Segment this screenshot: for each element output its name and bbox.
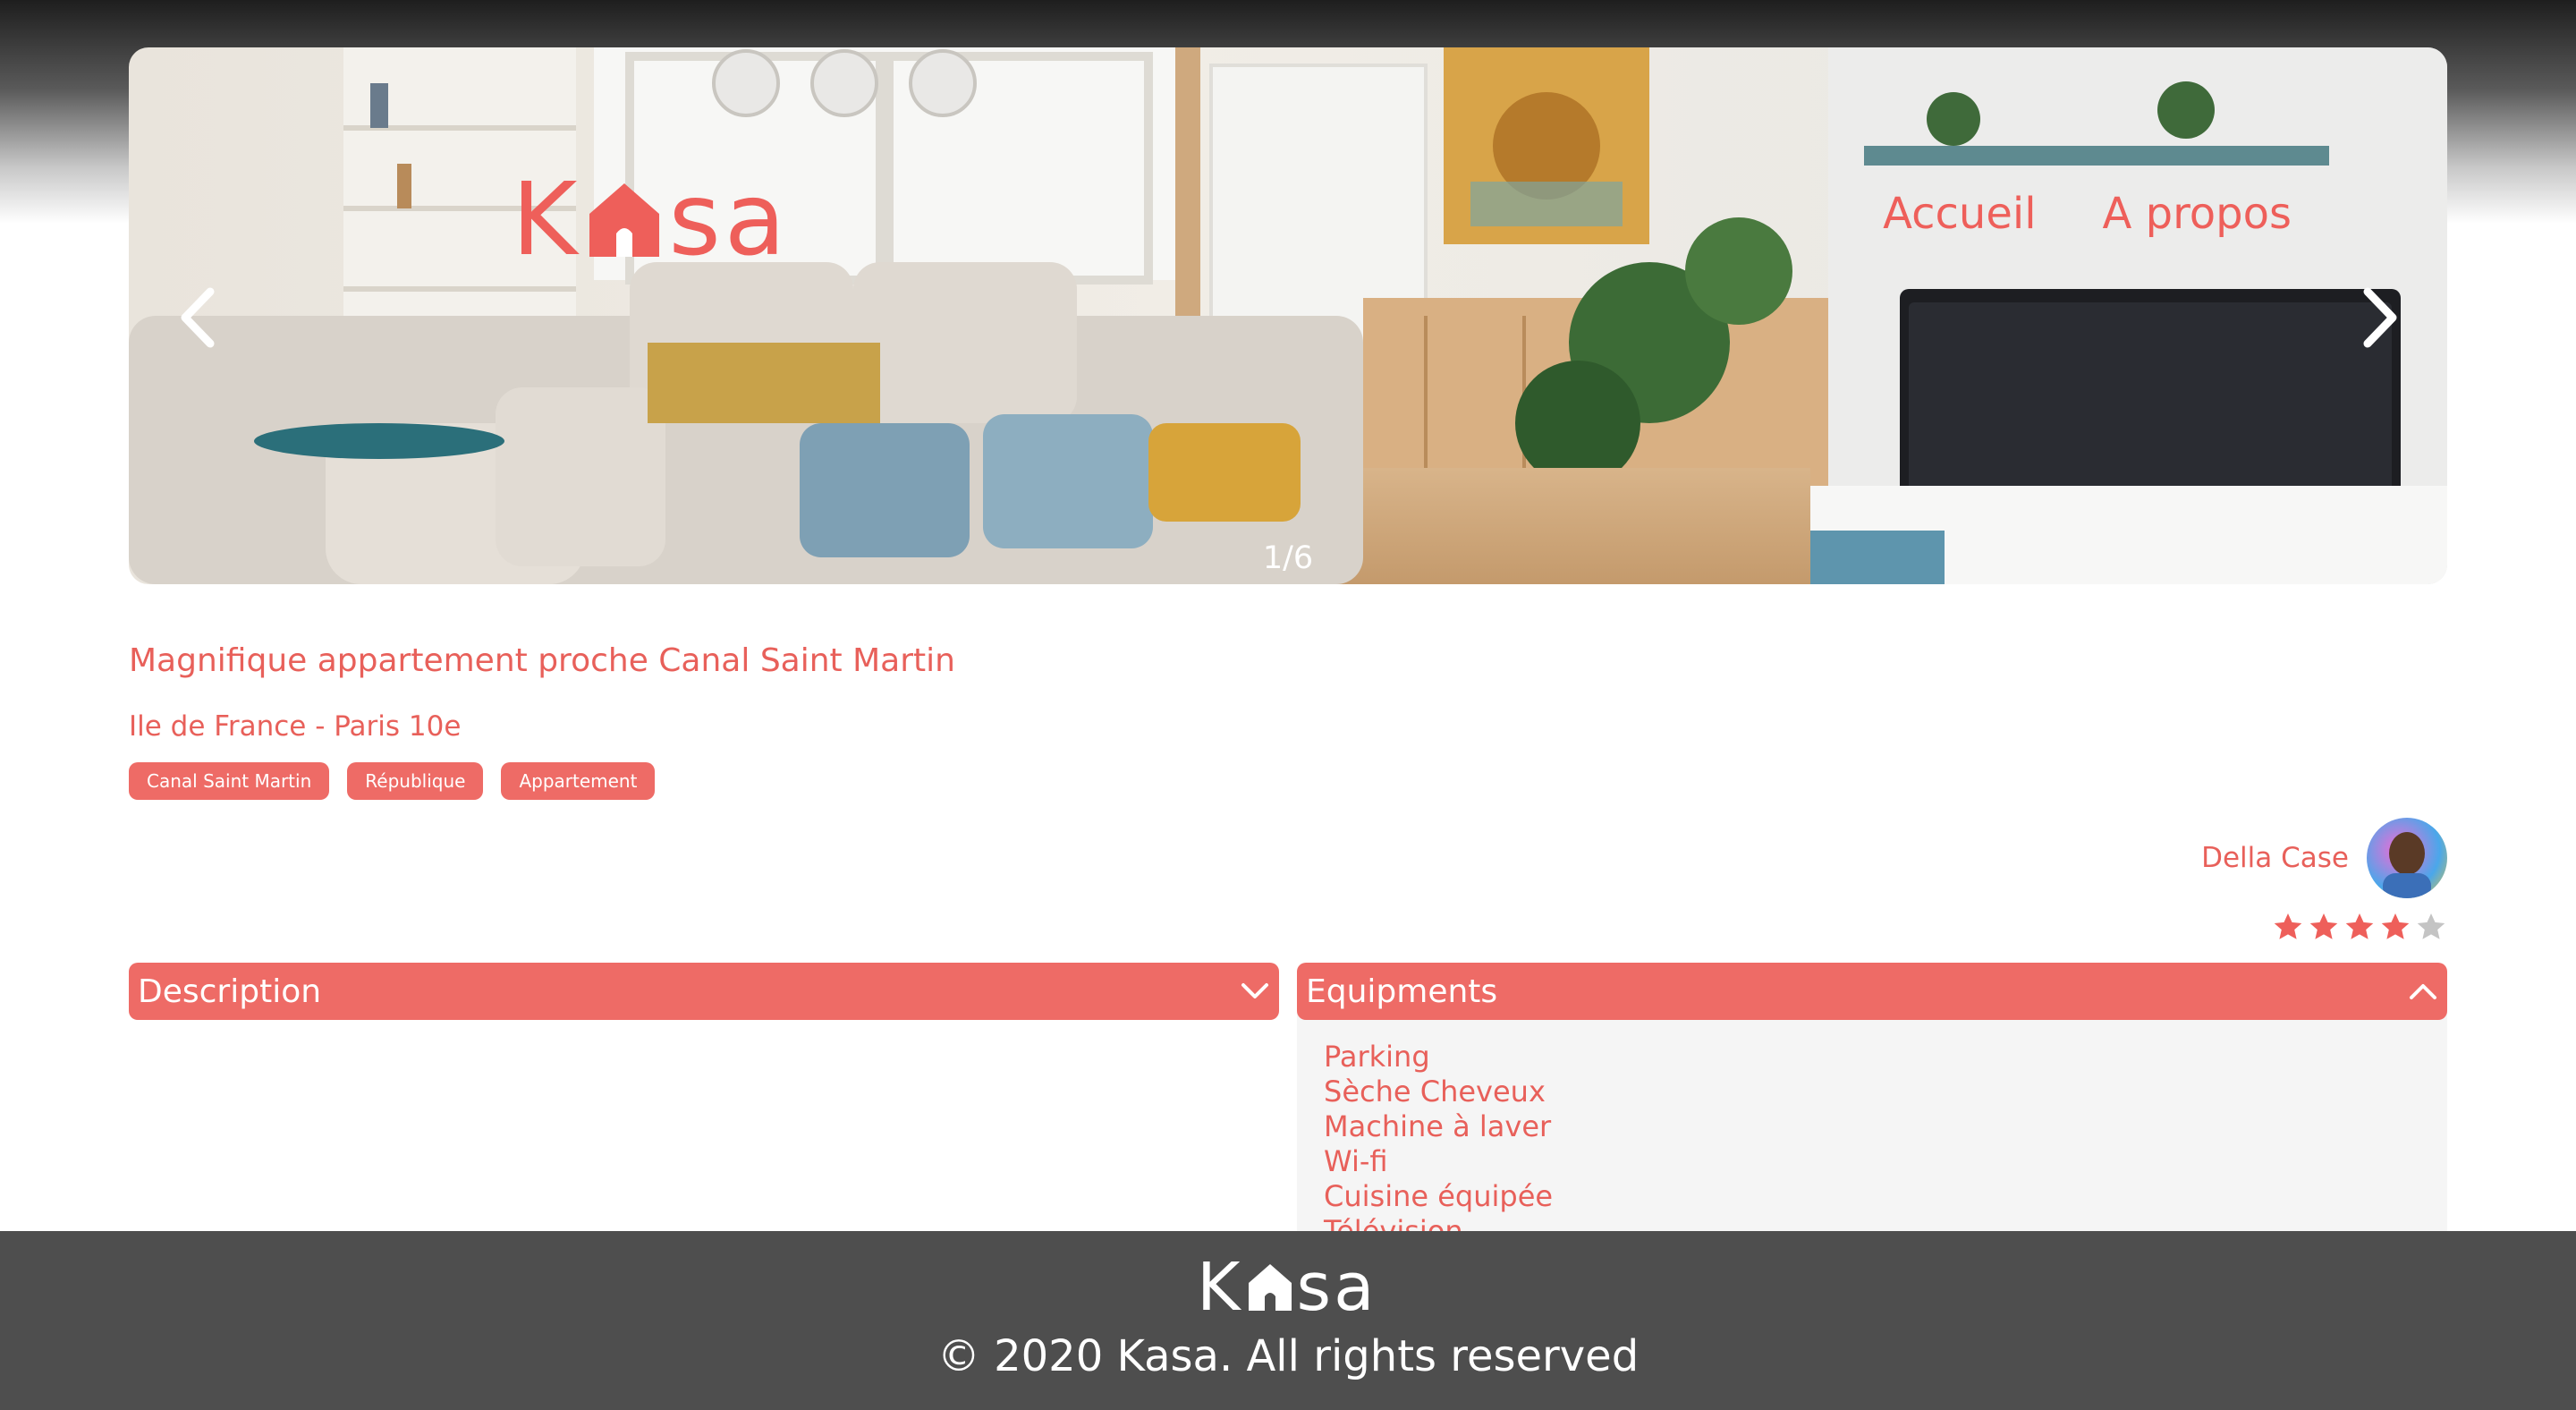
equipments-collapse-header[interactable]: Equipments [1297, 963, 2447, 1020]
nav-link-a-propos[interactable]: A propos [2103, 189, 2292, 239]
copyright-text: © 2020 Kasa. All rights reserved [936, 1331, 1640, 1381]
listing-title: Magnifique appartement proche Canal Sain… [129, 642, 955, 679]
footer: K sa © 2020 Kasa. All rights reserved [0, 1231, 2576, 1410]
carousel-next-button[interactable] [2354, 282, 2408, 353]
logo-letters-sa: sa [1296, 1249, 1377, 1326]
kasa-logo[interactable]: K sa [512, 170, 789, 270]
list-item: Cuisine équipée [1324, 1179, 1554, 1213]
chevron-left-icon [181, 287, 215, 348]
host-avatar [2367, 818, 2447, 898]
tag-list: Canal Saint Martin République Appartemen… [129, 762, 656, 800]
logo-letter-k: K [512, 162, 581, 278]
carousel: K sa Accueil A propos [129, 47, 2447, 584]
logo-letters-sa: sa [668, 162, 790, 278]
listing-photo [129, 47, 2447, 584]
carousel-prev-button[interactable] [170, 282, 224, 353]
list-item: Parking [1324, 1040, 1430, 1074]
star-empty-icon [2417, 913, 2445, 939]
tag: République [347, 762, 484, 800]
chevron-right-icon [2363, 287, 2397, 348]
logo-letter-k: K [1197, 1249, 1243, 1326]
listing-location: Ile de France - Paris 10e [129, 710, 462, 743]
main-nav: Accueil A propos [1883, 189, 2292, 239]
house-icon [589, 183, 660, 257]
nav-link-accueil[interactable]: Accueil [1883, 189, 2036, 239]
house-icon [1248, 1264, 1292, 1311]
tag: Appartement [501, 762, 656, 800]
description-collapse-header[interactable]: Description [129, 963, 1279, 1020]
footer-logo: K sa [1197, 1254, 1377, 1321]
star-filled-icon [2381, 913, 2410, 939]
star-filled-icon [2345, 913, 2374, 939]
star-filled-icon [2274, 913, 2302, 939]
tag: Canal Saint Martin [129, 762, 330, 800]
rating-stars [2272, 911, 2447, 943]
host-name: Della Case [2201, 842, 2349, 874]
list-item: Machine à laver [1324, 1109, 1552, 1143]
host-info: Della Case [2201, 818, 2447, 898]
carousel-counter: 1/6 [1262, 540, 1314, 576]
equipments-label: Equipments [1306, 973, 1498, 1010]
list-item: Sèche Cheveux [1324, 1074, 1546, 1108]
star-filled-icon [2309, 913, 2338, 939]
chevron-down-icon[interactable] [1240, 981, 1270, 1002]
chevron-up-icon[interactable] [2408, 981, 2438, 1002]
description-label: Description [138, 973, 322, 1010]
list-item: Wi-fi [1324, 1144, 1388, 1178]
